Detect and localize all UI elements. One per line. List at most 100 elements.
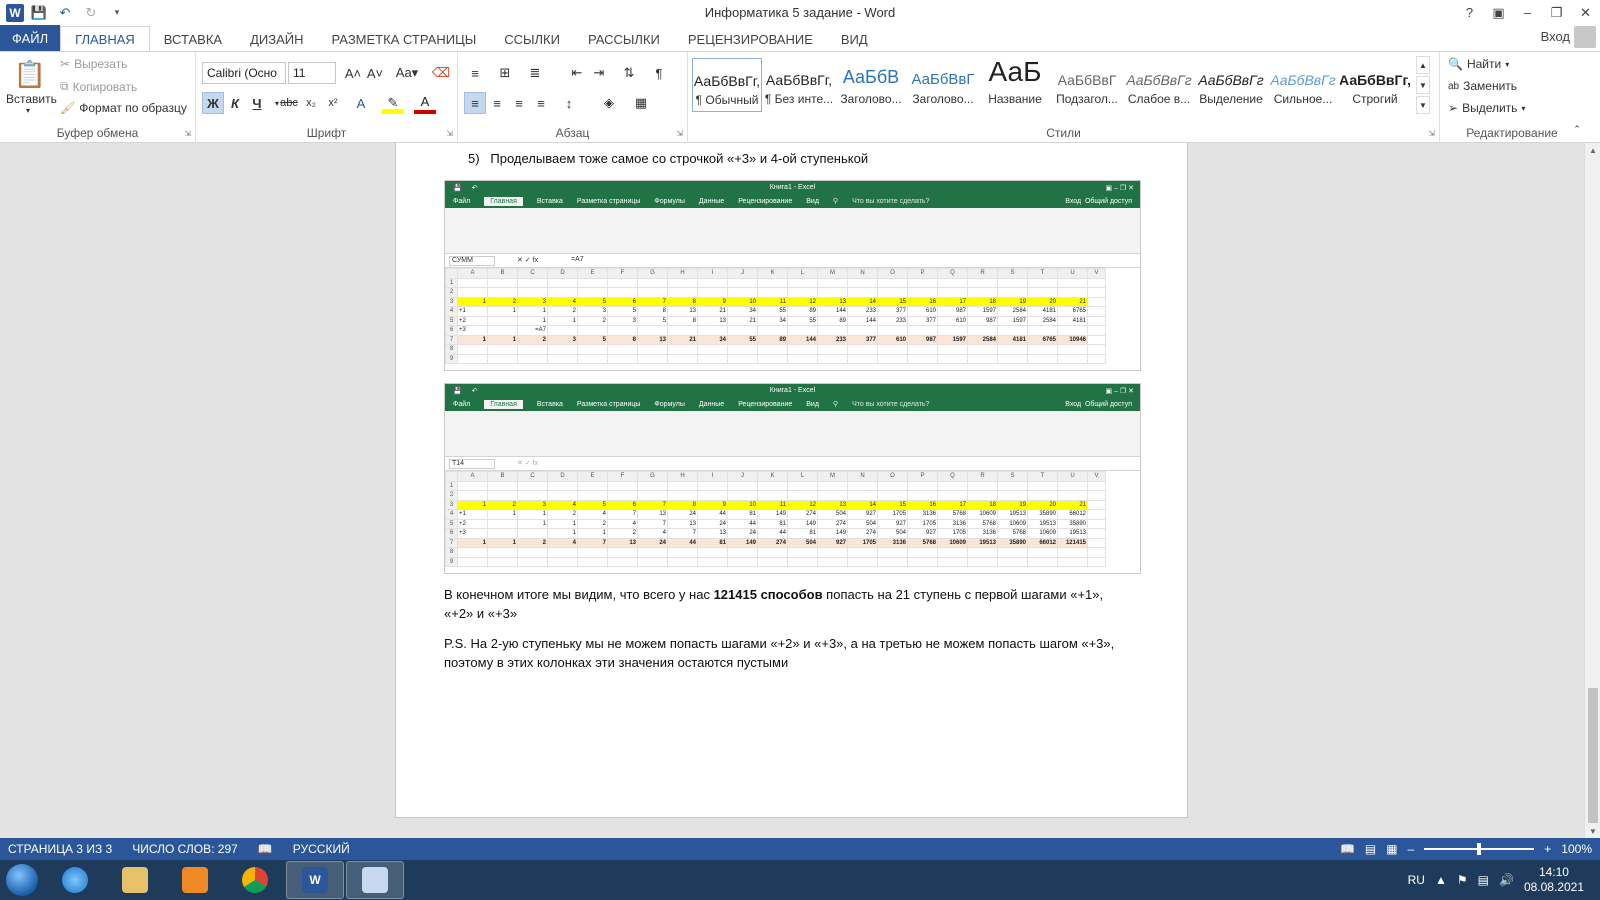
justify-icon[interactable]: ≡ [530, 92, 552, 114]
page-count[interactable]: СТРАНИЦА 3 ИЗ 3 [8, 842, 112, 856]
paste-button[interactable]: Вставить [6, 92, 57, 106]
change-case-icon[interactable]: Aa▾ [392, 62, 422, 84]
style-intense-emphasis[interactable]: АаБбВвГг Сильное... [1268, 58, 1338, 112]
style-subtle-emphasis[interactable]: АаБбВвГг Слабое в... [1124, 58, 1194, 112]
web-layout-icon[interactable]: ▦ [1386, 842, 1397, 856]
save-icon[interactable]: 💾 [28, 2, 50, 24]
scroll-up-icon[interactable]: ▲ [1585, 143, 1600, 157]
italic-button[interactable]: К [224, 92, 246, 114]
word-count[interactable]: ЧИСЛО СЛОВ: 297 [132, 842, 238, 856]
shrink-font-icon[interactable]: A˅ [364, 62, 386, 84]
help-button[interactable]: ? [1455, 0, 1484, 25]
paste-dropdown-icon[interactable]: ▾ [26, 106, 30, 115]
minimize-icon[interactable]: – [1513, 0, 1542, 25]
tab-file[interactable]: ФАЙЛ [0, 25, 61, 51]
customize-qat-icon[interactable]: ▾ [106, 2, 128, 24]
borders-icon[interactable]: ▦ [630, 92, 652, 114]
tab-mailings[interactable]: РАССЫЛКИ [574, 27, 674, 51]
paste-icon[interactable]: 📋 [12, 56, 48, 92]
bold-button[interactable]: Ж [202, 92, 224, 114]
tab-references[interactable]: ССЫЛКИ [490, 27, 574, 51]
multilevel-list-icon[interactable]: ≣ [524, 62, 546, 84]
tab-review[interactable]: РЕЦЕНЗИРОВАНИЕ [674, 27, 827, 51]
style-heading-2[interactable]: АаБбВвГ Заголово... [908, 58, 978, 112]
styles-more-icon[interactable]: ▼ [1416, 96, 1430, 114]
vertical-scrollbar[interactable]: ▲ ▼ [1584, 143, 1600, 838]
user-avatar[interactable] [1574, 26, 1596, 48]
styles-scroll-down-icon[interactable]: ▼ [1416, 76, 1430, 94]
tray-chevron-icon[interactable]: ▲ [1435, 873, 1447, 887]
zoom-slider-knob[interactable] [1477, 843, 1482, 855]
zoom-level[interactable]: 100% [1561, 842, 1592, 856]
find-button[interactable]: 🔍 Найти ▾ [1448, 57, 1509, 71]
restore-icon[interactable]: ❐ [1542, 0, 1571, 25]
clock[interactable]: 14:10 08.08.2021 [1524, 865, 1584, 895]
copy-button[interactable]: ⧉ Копировать [60, 79, 137, 94]
taskbar-chrome[interactable] [226, 861, 284, 899]
styles-launcher-icon[interactable]: ⇲ [1428, 129, 1435, 138]
zoom-slider[interactable] [1424, 843, 1535, 855]
grow-font-icon[interactable]: A˄ [342, 62, 364, 84]
align-right-icon[interactable]: ≡ [508, 92, 530, 114]
font-size-combo[interactable]: 11 [288, 62, 336, 84]
read-mode-icon[interactable]: 📖 [1340, 842, 1355, 856]
language-indicator[interactable]: РУССКИЙ [293, 842, 350, 856]
font-name-combo[interactable]: Calibri (Осно [202, 62, 286, 84]
subscript-icon[interactable]: x₂ [300, 92, 322, 114]
format-painter-button[interactable]: 🖌 Формат по образцу [60, 101, 187, 115]
taskbar-paint[interactable] [346, 861, 404, 899]
taskbar-word[interactable]: W [286, 861, 344, 899]
underline-button[interactable]: Ч [246, 92, 268, 114]
scroll-thumb[interactable] [1588, 688, 1598, 823]
close-icon[interactable]: ✕ [1571, 0, 1600, 25]
font-color-icon[interactable]: A [414, 92, 436, 114]
cut-button[interactable]: ✂ Вырезать [60, 57, 127, 71]
replace-button[interactable]: ab Заменить [1448, 79, 1517, 93]
tab-insert[interactable]: ВСТАВКА [150, 27, 236, 51]
paragraph-launcher-icon[interactable]: ⇲ [676, 129, 683, 138]
font-launcher-icon[interactable]: ⇲ [446, 129, 453, 138]
shading-icon[interactable]: ◈ [598, 92, 620, 114]
document-page[interactable]: 5) Проделываем тоже самое со строчкой «+… [395, 143, 1188, 818]
tab-home[interactable]: ГЛАВНАЯ [60, 26, 150, 52]
ribbon-display-icon[interactable]: ▣ [1484, 0, 1513, 25]
tab-page-layout[interactable]: РАЗМЕТКА СТРАНИЦЫ [318, 27, 491, 51]
sort-icon[interactable]: ⇅ [618, 62, 640, 84]
style-normal[interactable]: АаБбВвГг, ¶ Обычный [692, 58, 762, 112]
undo-icon[interactable]: ↶ [54, 2, 76, 24]
taskbar-media-player[interactable] [166, 861, 224, 899]
style-strong[interactable]: АаБбВвГг, Строгий [1340, 58, 1410, 112]
proofing-icon[interactable]: 📖 [258, 842, 273, 856]
increase-indent-icon[interactable]: ⇥ [588, 62, 610, 84]
clipboard-launcher-icon[interactable]: ⇲ [184, 129, 191, 138]
style-subtitle[interactable]: АаБбВвГ Подзагол... [1052, 58, 1122, 112]
highlight-color-icon[interactable]: ✎ [382, 92, 404, 114]
taskbar-ie[interactable] [46, 861, 104, 899]
zoom-in-icon[interactable]: + [1544, 842, 1551, 856]
input-language[interactable]: RU [1408, 873, 1425, 887]
tab-view[interactable]: ВИД [827, 27, 882, 51]
scroll-down-icon[interactable]: ▼ [1585, 824, 1600, 838]
word-logo-icon[interactable]: W [6, 3, 24, 22]
text-effects-icon[interactable]: A [350, 92, 372, 114]
tab-design[interactable]: ДИЗАЙН [236, 27, 317, 51]
sign-in-link[interactable]: Вход [1541, 29, 1570, 44]
strikethrough-icon[interactable]: abc [278, 92, 300, 114]
start-button[interactable] [0, 860, 44, 900]
action-center-icon[interactable]: ⚑ [1457, 873, 1468, 887]
align-center-icon[interactable]: ≡ [486, 92, 508, 114]
numbering-icon[interactable]: ⊞ [494, 62, 516, 84]
network-icon[interactable]: ▤ [1478, 873, 1489, 887]
taskbar-explorer[interactable] [106, 861, 164, 899]
align-left-icon[interactable]: ≡ [464, 92, 486, 114]
collapse-ribbon-icon[interactable]: ⌃ [1570, 122, 1584, 136]
clear-formatting-icon[interactable]: ⌫ [430, 62, 452, 84]
select-button[interactable]: ➢ Выделить ▾ [1448, 101, 1525, 115]
decrease-indent-icon[interactable]: ⇤ [566, 62, 588, 84]
redo-icon[interactable]: ↻ [80, 2, 102, 24]
show-marks-icon[interactable]: ¶ [648, 62, 670, 84]
styles-scroll-up-icon[interactable]: ▲ [1416, 56, 1430, 74]
bullets-icon[interactable]: ≡ [464, 62, 486, 84]
zoom-out-icon[interactable]: – [1408, 842, 1415, 856]
print-layout-icon[interactable]: ▤ [1365, 842, 1376, 856]
